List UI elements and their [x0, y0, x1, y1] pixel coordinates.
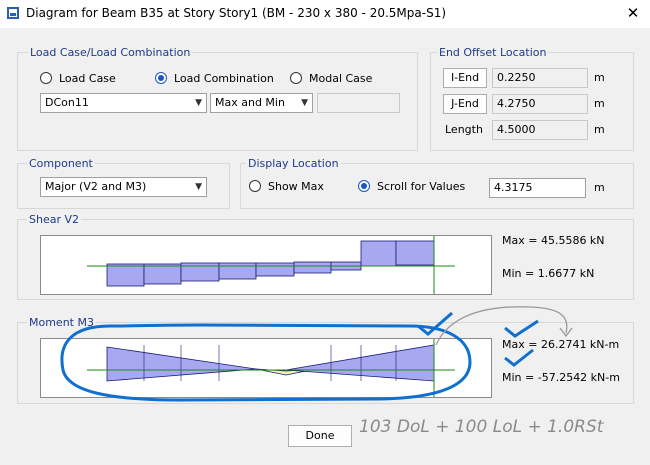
- shear-diagram[interactable]: [40, 235, 492, 295]
- shear-bar: [395, 240, 435, 266]
- location-unit: m: [594, 181, 605, 194]
- length-field: 4.5000: [492, 120, 588, 140]
- end-offset-group-label: End Offset Location: [437, 46, 549, 59]
- component-group-label: Component: [27, 157, 95, 170]
- component-select[interactable]: Major (V2 and M3) ▼: [40, 177, 207, 197]
- moment-right-region: [285, 344, 435, 382]
- radio-load-case[interactable]: [40, 72, 52, 84]
- shear-bar: [143, 263, 182, 285]
- max-min-select[interactable]: Max and Min ▼: [210, 93, 313, 113]
- shear-bars: [106, 240, 435, 287]
- extra-field: [317, 93, 400, 113]
- handwritten-note: 103 DoL + 100 LoL + 1.0RSt: [359, 417, 605, 437]
- moment-left-region: [106, 346, 257, 382]
- display-location-group-label: Display Location: [246, 157, 341, 170]
- load-case-group-label: Load Case/Load Combination: [28, 46, 193, 59]
- radio-scroll-values[interactable]: [358, 180, 370, 192]
- combination-select-value: DCon11: [45, 96, 89, 109]
- done-button[interactable]: Done: [288, 425, 352, 447]
- j-end-field: 4.2750: [492, 94, 588, 114]
- moment-shape: [106, 344, 435, 382]
- shear-bar: [218, 262, 257, 280]
- shear-max-readout: Max = 45.5586 kN: [502, 234, 605, 247]
- shear-bar: [255, 262, 295, 277]
- moment-group-label: Moment M3: [27, 316, 96, 329]
- app-icon: [7, 7, 19, 19]
- shear-group-label: Shear V2: [27, 213, 82, 226]
- shear-min-readout: Min = 1.6677 kN: [502, 267, 595, 280]
- length-unit: m: [594, 123, 605, 136]
- j-end-button[interactable]: J-End: [443, 94, 487, 114]
- moment-max-readout: Max = 26.2741 kN-m: [502, 338, 620, 351]
- radio-show-max-label: Show Max: [268, 180, 324, 193]
- chevron-down-icon: ▼: [195, 98, 202, 108]
- chevron-down-icon: ▼: [301, 98, 308, 108]
- radio-modal-case-label: Modal Case: [309, 72, 373, 85]
- close-button[interactable]: ✕: [620, 2, 646, 24]
- combination-select[interactable]: DCon11 ▼: [40, 93, 207, 113]
- i-end-unit: m: [594, 71, 605, 84]
- j-end-unit: m: [594, 97, 605, 110]
- shear-bar: [106, 263, 145, 287]
- component-select-value: Major (V2 and M3): [45, 180, 147, 193]
- radio-scroll-values-label: Scroll for Values: [377, 180, 466, 193]
- moment-diagram[interactable]: [40, 338, 492, 398]
- length-label: Length: [445, 123, 483, 136]
- i-end-button[interactable]: I-End: [443, 68, 487, 88]
- radio-load-combination[interactable]: [155, 72, 167, 84]
- moment-diagram-svg: [87, 339, 455, 397]
- radio-load-case-label: Load Case: [59, 72, 116, 85]
- radio-load-combination-label: Load Combination: [174, 72, 274, 85]
- shear-bar: [360, 240, 397, 267]
- max-min-select-value: Max and Min: [215, 96, 285, 109]
- moment-min-readout: Min = -57.2542 kN-m: [502, 371, 620, 384]
- shear-bar: [293, 261, 332, 274]
- radio-show-max[interactable]: [249, 180, 261, 192]
- shear-diagram-svg: [87, 236, 455, 294]
- location-input[interactable]: 4.3175: [489, 178, 586, 198]
- i-end-field: 0.2250: [492, 68, 588, 88]
- chevron-down-icon: ▼: [195, 182, 202, 192]
- radio-modal-case[interactable]: [290, 72, 302, 84]
- window-title: Diagram for Beam B35 at Story Story1 (BM…: [26, 6, 447, 20]
